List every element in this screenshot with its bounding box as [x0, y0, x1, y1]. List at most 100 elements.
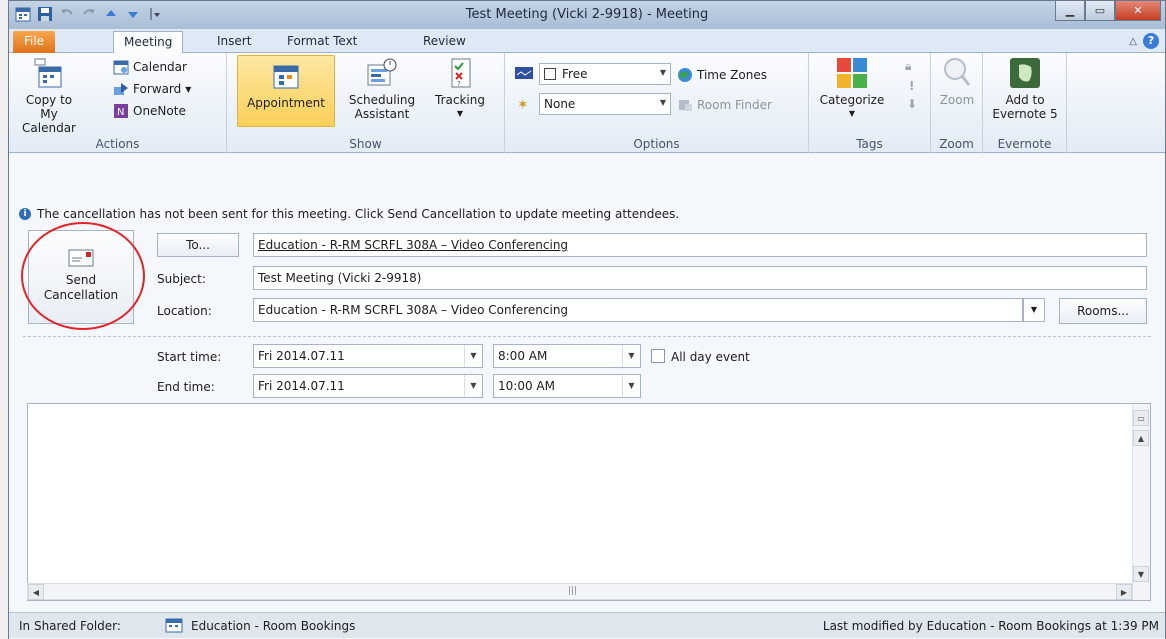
send-cancellation-button[interactable]: Send Cancellation: [28, 230, 134, 324]
group-label-actions: Actions: [95, 137, 140, 151]
start-time-arrow-icon: ▼: [622, 345, 640, 367]
to-field[interactable]: Education - R-RM SCRFL 308A – Video Conf…: [253, 233, 1147, 257]
tracking-label: Tracking: [435, 93, 485, 107]
copy-calendar-icon: [33, 57, 65, 89]
scroll-right-icon[interactable]: ▶: [1116, 584, 1132, 600]
onenote-button[interactable]: N OneNote: [113, 101, 186, 121]
low-importance-icon[interactable]: ⬇: [907, 97, 917, 111]
subject-field[interactable]: Test Meeting (Vicki 2-9918): [253, 266, 1147, 290]
forward-button[interactable]: Forward ▼: [113, 79, 191, 99]
to-button[interactable]: To...: [157, 233, 239, 257]
group-evernote: Add to Evernote 5 Evernote: [983, 53, 1067, 153]
appointment-button[interactable]: Appointment: [237, 55, 335, 127]
zoom-button[interactable]: Zoom: [935, 57, 979, 107]
group-label-tags: Tags: [856, 137, 883, 151]
scroll-up-icon[interactable]: ▲: [1133, 430, 1149, 446]
location-label: Location:: [157, 304, 212, 318]
onenote-icon: N: [113, 103, 129, 119]
start-date-combo[interactable]: Fri 2014.07.11 ▼: [253, 344, 483, 368]
maximize-icon: ▭: [1094, 4, 1106, 17]
folder-label: In Shared Folder:: [19, 619, 121, 633]
group-tags: Categorize ▼ 🔒︎ ! ⬇ Tags: [809, 53, 931, 153]
maximize-button[interactable]: ▭: [1085, 1, 1115, 21]
info-message: The cancellation has not been sent for t…: [37, 207, 680, 221]
scheduling-assistant-button[interactable]: Scheduling Assistant: [339, 57, 425, 121]
outlook-meeting-window: Test Meeting (Vicki 2-9918) - Meeting ▁ …: [8, 0, 1166, 639]
scroll-down-icon[interactable]: ▼: [1133, 566, 1149, 582]
copy-to-my-calendar-button[interactable]: Copy to My Calendar: [17, 57, 81, 135]
location-dropdown-button[interactable]: ▼: [1023, 298, 1045, 322]
end-time-value: 10:00 AM: [498, 379, 555, 393]
info-bar: i The cancellation has not been sent for…: [19, 207, 679, 221]
tracking-icon: ?: [444, 57, 476, 89]
tab-review[interactable]: Review: [413, 31, 476, 53]
group-label-evernote: Evernote: [997, 137, 1052, 151]
vertical-scrollbar[interactable]: ▭ ▲ ▼: [1132, 404, 1150, 600]
scroll-thumb-grip-icon[interactable]: |||: [568, 586, 577, 596]
evernote-line1: Add to: [1005, 93, 1045, 107]
group-show: Appointment Scheduling Assistant ? Track…: [227, 53, 505, 153]
notes-body[interactable]: ▭ ▲ ▼: [27, 403, 1151, 601]
tracking-dropdown-icon: ▼: [456, 109, 464, 118]
form-divider: [23, 336, 1151, 337]
private-lock-icon[interactable]: 🔒︎: [905, 59, 911, 74]
minimize-icon: ▁: [1065, 4, 1075, 17]
minimize-button[interactable]: ▁: [1055, 1, 1085, 21]
group-label-show: Show: [349, 137, 382, 151]
scroll-left-icon[interactable]: ◀: [28, 584, 44, 600]
copy-to-my-calendar-line2: Calendar: [22, 121, 76, 135]
ribbon: Copy to My Calendar Calendar Forward ▼ N…: [9, 53, 1165, 153]
insert-icon[interactable]: ▭: [1133, 410, 1149, 426]
help-icon[interactable]: ?: [1143, 33, 1159, 49]
add-to-evernote-button[interactable]: Add to Evernote 5: [989, 57, 1061, 121]
svg-text:N: N: [117, 107, 124, 118]
show-as-icon: [515, 67, 533, 82]
end-time-combo[interactable]: 10:00 AM ▼: [493, 374, 641, 398]
reminder-bell-icon: ✶: [517, 97, 529, 113]
rooms-button[interactable]: Rooms...: [1059, 298, 1147, 324]
show-as-arrow-icon: ▼: [659, 68, 666, 77]
forward-icon: [113, 81, 129, 97]
reminder-arrow-icon: ▼: [659, 98, 666, 107]
location-field[interactable]: Education - R-RM SCRFL 308A – Video Conf…: [253, 298, 1023, 322]
room-finder-icon: [677, 97, 693, 113]
end-time-label: End time:: [157, 380, 215, 394]
categorize-button[interactable]: Categorize ▼: [817, 57, 887, 121]
group-zoom: Zoom Zoom: [931, 53, 983, 153]
tab-file[interactable]: File: [13, 31, 55, 53]
minimize-ribbon-icon[interactable]: △: [1129, 36, 1137, 47]
appointment-icon: [270, 60, 302, 92]
folder-name: Education - Room Bookings: [191, 619, 356, 633]
status-bar: In Shared Folder: Education - Room Booki…: [9, 612, 1165, 638]
reminder-dropdown[interactable]: None ▼: [539, 93, 671, 115]
send-envelope-icon: [68, 249, 94, 267]
close-button[interactable]: ✕: [1115, 1, 1161, 21]
window-title: Test Meeting (Vicki 2-9918) - Meeting: [465, 7, 709, 22]
reminder-value: None: [544, 97, 576, 111]
tab-insert[interactable]: Insert: [207, 31, 261, 53]
tab-format-text[interactable]: Format Text: [277, 31, 367, 53]
tracking-button[interactable]: ? Tracking ▼: [427, 57, 493, 121]
all-day-checkbox[interactable]: [651, 349, 665, 363]
high-importance-icon[interactable]: !: [909, 79, 914, 93]
start-time-value: 8:00 AM: [498, 349, 548, 363]
start-time-label: Start time:: [157, 350, 222, 364]
evernote-icon: [1009, 57, 1041, 89]
last-modified: Last modified by Education - Room Bookin…: [822, 619, 1159, 633]
scheduling-line2: Assistant: [354, 107, 410, 121]
calendar-button[interactable]: Calendar: [113, 57, 187, 77]
end-date-combo[interactable]: Fri 2014.07.11 ▼: [253, 374, 483, 398]
start-time-combo[interactable]: 8:00 AM ▼: [493, 344, 641, 368]
time-zones-button[interactable]: Time Zones: [677, 65, 767, 85]
globe-icon: [677, 67, 693, 83]
categorize-icon: [836, 57, 868, 89]
svg-text:?: ?: [457, 80, 461, 88]
shared-calendar-icon: [165, 617, 183, 636]
show-as-dropdown[interactable]: Free ▼: [539, 63, 671, 85]
horizontal-scrollbar[interactable]: ◀ ||| ▶: [27, 583, 1133, 600]
room-finder-button[interactable]: Room Finder: [677, 95, 772, 115]
group-actions: Copy to My Calendar Calendar Forward ▼ N…: [9, 53, 227, 153]
tab-meeting[interactable]: Meeting: [113, 31, 184, 53]
zoom-label: Zoom: [939, 93, 975, 107]
end-date-arrow-icon: ▼: [464, 375, 482, 397]
